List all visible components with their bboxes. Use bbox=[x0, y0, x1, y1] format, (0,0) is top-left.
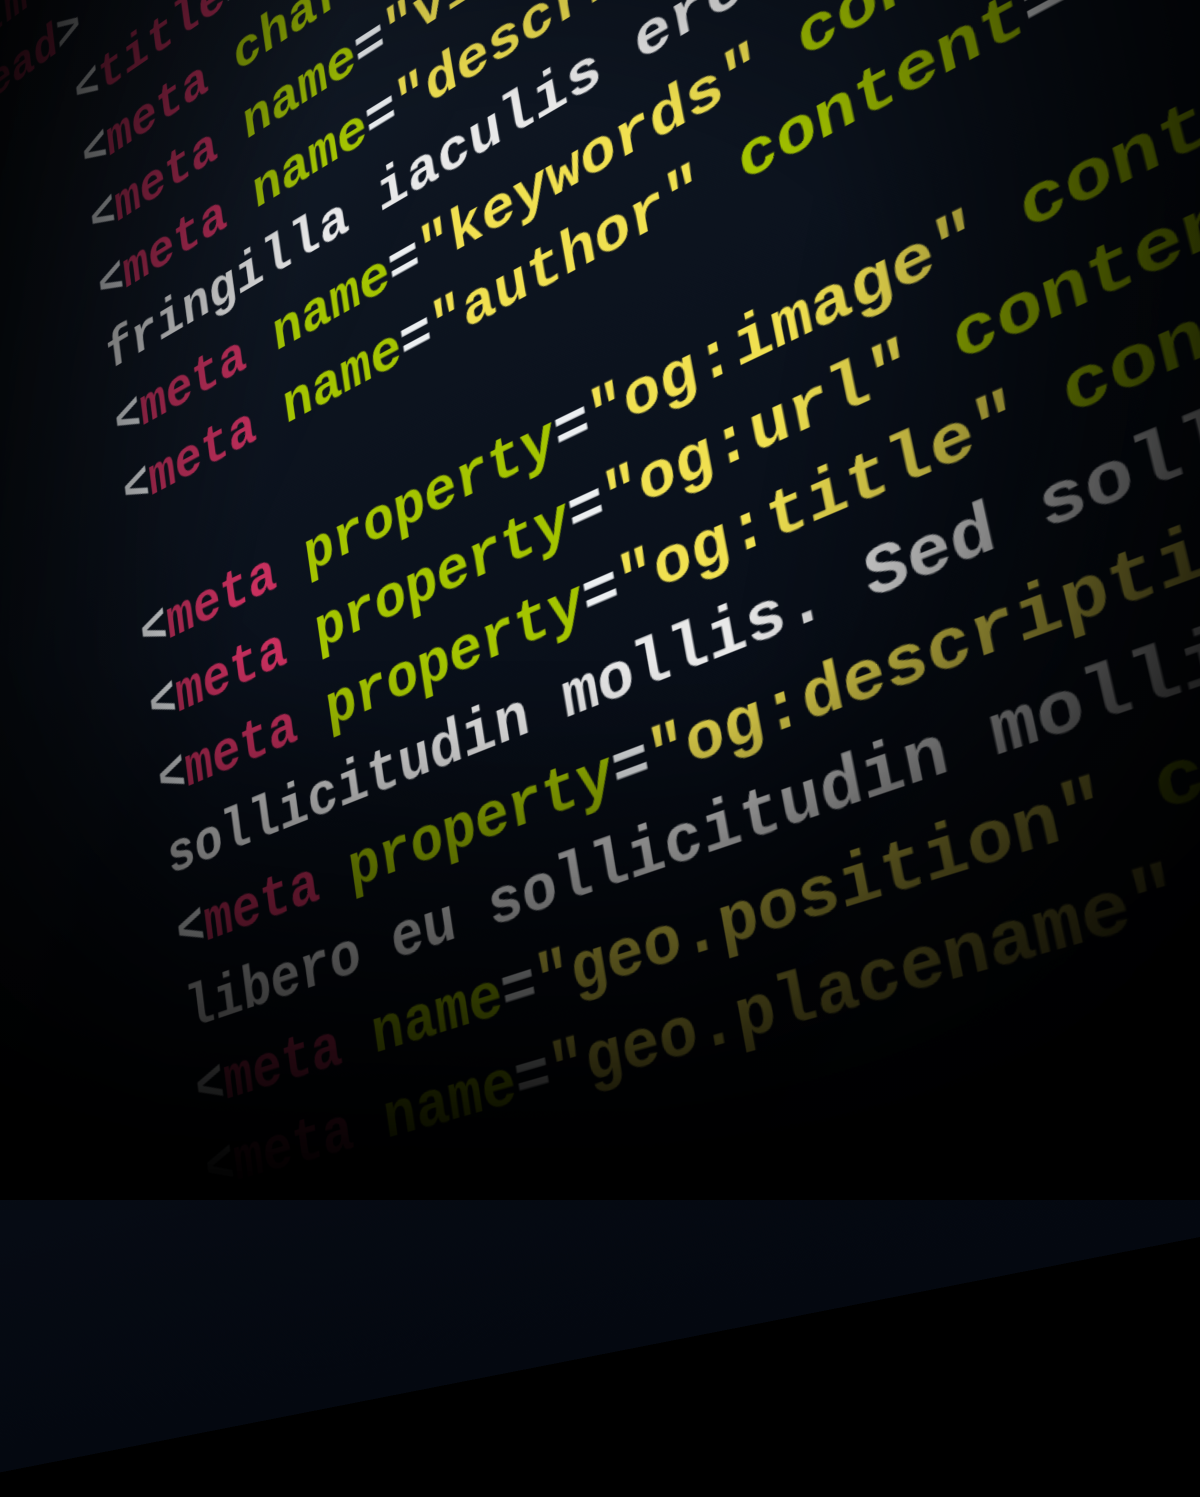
editor-area[interactable]: 12345678910111213 <!DOCTYPE html><html l… bbox=[0, 0, 1200, 1295]
photo-stage: HTML CODE.html 12345678910111213 <!DOCTY… bbox=[0, 0, 1200, 1200]
token-punct: > bbox=[54, 0, 84, 66]
code-content[interactable]: <!DOCTYPE html><html lang='th'><head><ti… bbox=[0, 0, 1200, 1260]
editor-window: HTML CODE.html 12345678910111213 <!DOCTY… bbox=[0, 0, 1200, 1486]
